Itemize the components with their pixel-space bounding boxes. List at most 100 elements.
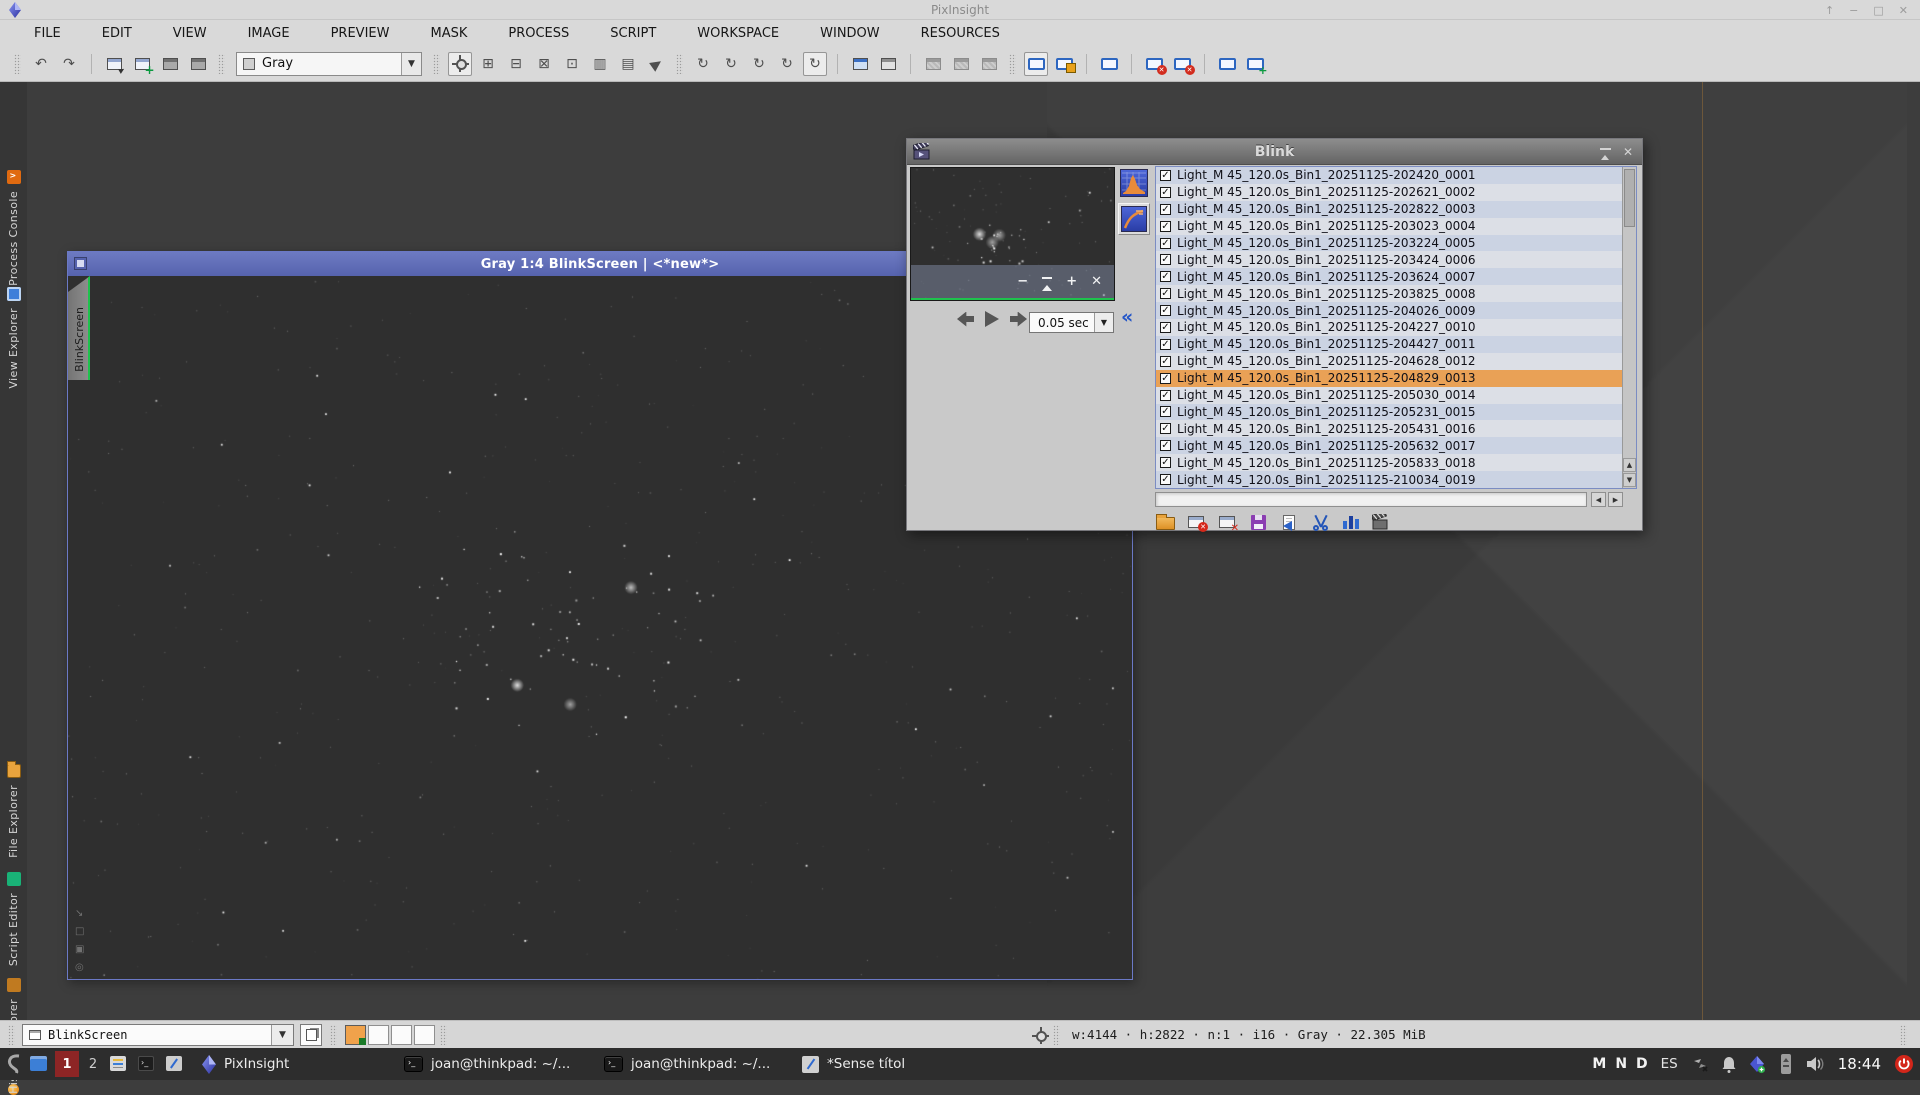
taskbar-app-pixinsight[interactable]: PixInsight — [202, 1048, 289, 1080]
canvas-corner-icon[interactable]: ▣ — [75, 944, 84, 955]
select-cursor-icon[interactable]: ▶ — [644, 52, 668, 76]
checkbox-checked-icon[interactable]: ✓ — [1160, 457, 1171, 468]
add-screen-icon[interactable] — [1243, 52, 1267, 76]
readout-mode-icon[interactable]: ↻ — [803, 52, 827, 76]
preview-close-icon[interactable]: ✕ — [1091, 274, 1102, 289]
create-video-button[interactable] — [1371, 512, 1393, 532]
statistics-button[interactable] — [1340, 512, 1362, 532]
crop-button[interactable] — [1309, 512, 1331, 532]
statusbar-drag-handle[interactable] — [330, 1025, 337, 1045]
menu-workspace[interactable]: WORKSPACE — [697, 26, 779, 41]
step-forward-icon[interactable] — [1010, 312, 1027, 327]
scroll-left-icon[interactable]: ◀ — [1591, 492, 1606, 507]
sidebar-item-file-explorer[interactable]: File Explorer — [0, 764, 27, 858]
readout-mode-icon[interactable]: ↻ — [775, 52, 799, 76]
file-row[interactable]: ✓Light_M 45_120.0s_Bin1_20251125-202621_… — [1156, 184, 1622, 201]
sidebar-item-script-editor[interactable]: Script Editor — [0, 872, 27, 966]
checkbox-checked-icon[interactable]: ✓ — [1160, 271, 1171, 282]
new-image-icon[interactable] — [130, 52, 154, 76]
file-row[interactable]: ✓Light_M 45_120.0s_Bin1_20251125-205030_… — [1156, 387, 1622, 404]
preview-fit-icon[interactable] — [1042, 277, 1052, 287]
keyboard-layout[interactable]: ES — [1661, 1056, 1678, 1072]
menu-window[interactable]: WINDOW — [820, 26, 880, 41]
checkbox-checked-icon[interactable]: ✓ — [1160, 373, 1171, 384]
collapse-panel-icon[interactable]: « — [1121, 306, 1133, 328]
blink-interval-select[interactable]: 0.05 sec ▼ — [1029, 312, 1114, 333]
blink-preview[interactable]: − + ✕ — [910, 167, 1115, 301]
checkbox-checked-icon[interactable]: ✓ — [1160, 221, 1171, 232]
zoom-1-1-icon[interactable]: ⊠ — [532, 52, 556, 76]
track-view-icon[interactable] — [448, 52, 472, 76]
chevron-down-icon[interactable]: ▼ — [401, 53, 421, 75]
clock[interactable]: 18:44 — [1838, 1055, 1881, 1073]
checkbox-checked-icon[interactable]: ✓ — [1160, 170, 1171, 181]
readout-mode-icon[interactable]: ↻ — [691, 52, 715, 76]
move-files-button[interactable] — [1278, 512, 1300, 532]
readout-mode-icon[interactable]: ↻ — [719, 52, 743, 76]
file-row[interactable]: ✓Light_M 45_120.0s_Bin1_20251125-205231_… — [1156, 404, 1622, 421]
close-dialog-icon[interactable]: ✕ — [1623, 145, 1633, 159]
sidebar-item-view-explorer[interactable]: View Explorer — [0, 287, 27, 389]
toolbar-drag-handle[interactable] — [218, 54, 225, 74]
canvas-corner-icon[interactable]: ◎ — [75, 962, 84, 973]
menu-script[interactable]: SCRIPT — [610, 26, 656, 41]
menu-file[interactable]: FILE — [34, 26, 61, 41]
undo-icon[interactable]: ↶ — [29, 52, 53, 76]
checkbox-checked-icon[interactable]: ✓ — [1160, 254, 1171, 265]
file-row[interactable]: ✓Light_M 45_120.0s_Bin1_20251125-205431_… — [1156, 420, 1622, 437]
histogram-stretch-button[interactable] — [1120, 169, 1148, 197]
preview-zoom-in-icon[interactable]: + — [1066, 274, 1077, 289]
checkbox-checked-icon[interactable]: ✓ — [1160, 204, 1171, 215]
taskbar-app-joan-thinkpad-[interactable]: joan@thinkpad: ~/... — [404, 1048, 570, 1080]
workspace-thumb-2[interactable] — [368, 1025, 389, 1045]
scroll-right-icon[interactable]: ▶ — [1608, 492, 1623, 507]
menu-preview[interactable]: PREVIEW — [331, 26, 390, 41]
canvas-corner-icon[interactable]: □ — [75, 926, 84, 937]
file-row[interactable]: ✓Light_M 45_120.0s_Bin1_20251125-205632_… — [1156, 437, 1622, 454]
file-row[interactable]: ✓Light_M 45_120.0s_Bin1_20251125-203624_… — [1156, 268, 1622, 285]
volume-icon[interactable] — [1806, 1056, 1825, 1072]
statusbar-drag-handle[interactable] — [1053, 1025, 1060, 1045]
mask-mode-icon[interactable] — [949, 52, 973, 76]
file-row[interactable]: ✓Light_M 45_120.0s_Bin1_20251125-204026_… — [1156, 302, 1622, 319]
canvas-corner-tools[interactable]: ↘□▣◎ — [75, 908, 84, 973]
updates-icon[interactable] — [1749, 1055, 1766, 1074]
step-back-icon[interactable] — [957, 312, 974, 327]
checkbox-checked-icon[interactable]: ✓ — [1160, 288, 1171, 299]
scroll-down-icon[interactable]: ▼ — [1623, 473, 1636, 487]
disable-stf-icon[interactable] — [1142, 52, 1166, 76]
terminal-launcher-icon[interactable] — [138, 1056, 154, 1071]
maximize-button[interactable]: □ — [1873, 4, 1883, 17]
redo-icon[interactable]: ↷ — [57, 52, 81, 76]
taskbar-app-joan-thinkpad-[interactable]: joan@thinkpad: ~/... — [604, 1048, 770, 1080]
menu-resources[interactable]: RESOURCES — [921, 26, 1000, 41]
chevron-down-icon[interactable]: ▼ — [1094, 313, 1113, 332]
view-selector-combo[interactable]: BlinkScreen ▼ — [22, 1024, 294, 1046]
save-frames-button[interactable] — [1247, 512, 1269, 532]
file-row[interactable]: ✓Light_M 45_120.0s_Bin1_20251125-203224_… — [1156, 235, 1622, 252]
toolbar-drag-handle[interactable] — [14, 54, 21, 74]
screen-stf-icon[interactable] — [1024, 52, 1048, 76]
view-list-button[interactable] — [300, 1024, 322, 1046]
file-row[interactable]: ✓Light_M 45_120.0s_Bin1_20251125-205833_… — [1156, 454, 1622, 471]
scroll-up-icon[interactable]: ▲ — [1623, 458, 1636, 472]
checkbox-checked-icon[interactable]: ✓ — [1160, 390, 1171, 401]
screen-layout-icon[interactable]: ▤ — [616, 52, 640, 76]
mask-mode-icon[interactable] — [977, 52, 1001, 76]
file-row[interactable]: ✓Light_M 45_120.0s_Bin1_20251125-203023_… — [1156, 218, 1622, 235]
checkbox-checked-icon[interactable]: ✓ — [1160, 440, 1171, 451]
file-row[interactable]: ✓Light_M 45_120.0s_Bin1_20251125-203424_… — [1156, 251, 1622, 268]
network-icon[interactable] — [1691, 1056, 1709, 1072]
workspace-thumb-3[interactable] — [391, 1025, 412, 1045]
statusbar-drag-handle[interactable] — [1900, 1025, 1907, 1045]
checkbox-checked-icon[interactable]: ✓ — [1160, 322, 1171, 333]
file-row[interactable]: ✓Light_M 45_120.0s_Bin1_20251125-204227_… — [1156, 319, 1622, 336]
checkbox-checked-icon[interactable]: ✓ — [1160, 187, 1171, 198]
menu-view[interactable]: VIEW — [173, 26, 207, 41]
toolbar-drag-handle[interactable] — [433, 54, 440, 74]
show-desktop-icon[interactable] — [30, 1056, 47, 1071]
split-view-icon[interactable]: ▥ — [588, 52, 612, 76]
removable-media-icon[interactable] — [1779, 1053, 1793, 1075]
close-selected-button[interactable] — [1185, 512, 1207, 532]
workspace-thumb-1[interactable] — [345, 1025, 366, 1045]
